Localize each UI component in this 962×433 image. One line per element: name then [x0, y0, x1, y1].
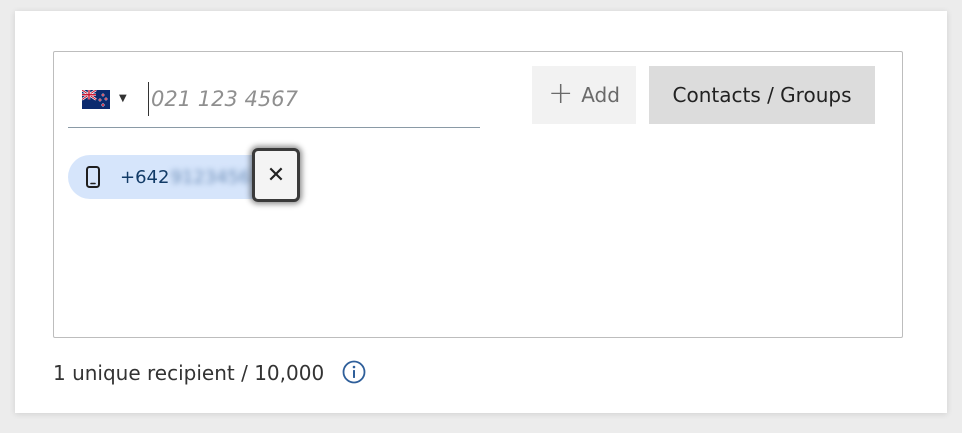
recipients-box[interactable]: ▼ + Add Contacts / Groups +64291234567 ✕: [53, 51, 903, 338]
contacts-groups-button[interactable]: Contacts / Groups: [649, 66, 875, 124]
recipient-count-footer: 1 unique recipient / 10,000: [53, 358, 366, 388]
contacts-groups-label: Contacts / Groups: [672, 83, 852, 107]
recipients-card: ▼ + Add Contacts / Groups +64291234567 ✕…: [15, 11, 947, 413]
phone-entry-row: ▼: [68, 68, 480, 128]
phone-number-input[interactable]: [148, 82, 468, 116]
recipient-number-visible: +642: [120, 167, 170, 188]
add-button[interactable]: + Add: [532, 66, 636, 124]
recipient-number: +64291234567: [120, 167, 262, 188]
new-zealand-flag-icon: [82, 89, 110, 109]
chevron-down-icon: ▼: [119, 93, 127, 104]
info-icon[interactable]: [342, 360, 366, 384]
recipient-count: 1 unique recipient / 10,000: [53, 361, 325, 385]
add-button-label: Add: [581, 83, 620, 107]
mobile-phone-icon: [86, 166, 100, 188]
plus-icon: +: [548, 75, 574, 111]
close-icon: ✕: [266, 162, 286, 187]
remove-recipient-button[interactable]: ✕: [252, 148, 300, 202]
country-select[interactable]: ▼: [82, 87, 134, 111]
recipient-number-obscured: 91234567: [170, 167, 263, 188]
